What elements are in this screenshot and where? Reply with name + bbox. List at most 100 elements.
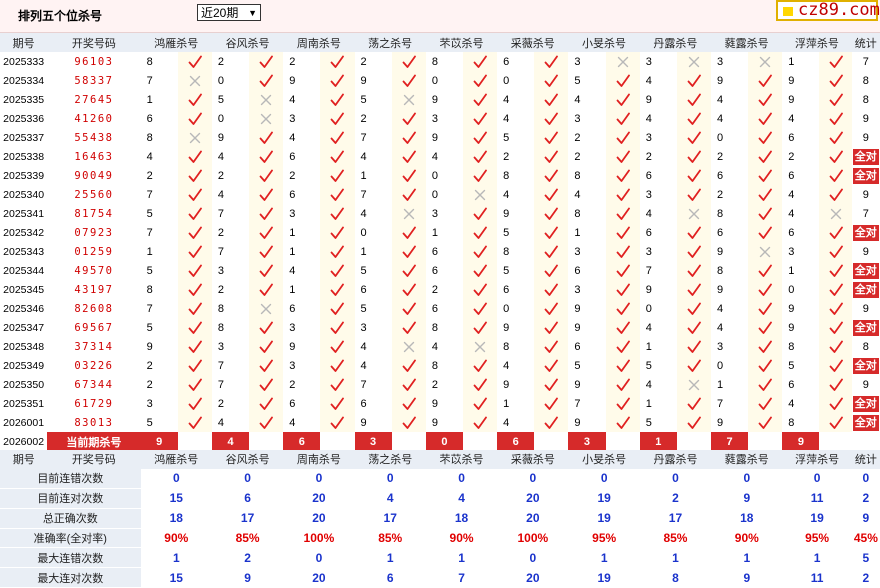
- check-icon: [829, 112, 843, 126]
- kill-value-cell: 4: [717, 93, 724, 106]
- kill-value-cell: 0: [217, 112, 225, 125]
- site-logo[interactable]: cz89.com: [776, 0, 880, 21]
- check-icon: [330, 397, 345, 411]
- kill-value-cell: 8: [217, 321, 225, 334]
- check-icon: [473, 150, 487, 164]
- check-icon: [758, 359, 773, 373]
- result-mark-cell: [320, 356, 355, 375]
- kill-value-cell: 4: [217, 416, 225, 429]
- stats-value: 0: [639, 468, 712, 489]
- result-mark-cell: [676, 109, 711, 128]
- kill-value-cell: 5: [360, 93, 367, 106]
- kill-value-cell: 4: [360, 340, 367, 353]
- stats-value: 15: [140, 567, 212, 588]
- stats-value: 1: [711, 547, 783, 569]
- check-icon: [402, 378, 416, 392]
- result-mark-cell: [819, 52, 852, 71]
- kill-value-cell: 4: [788, 207, 795, 220]
- period-range-select[interactable]: 近20期 ▼: [197, 4, 261, 21]
- check-icon: [829, 169, 843, 183]
- check-icon: [687, 93, 701, 107]
- count-cell: 全对: [852, 223, 880, 242]
- result-mark-cell: [462, 261, 498, 280]
- kill-value-cell: 2: [574, 150, 581, 163]
- kill-value-cell: 1: [146, 93, 153, 106]
- result-mark-cell: [605, 52, 640, 71]
- stats-count: 5: [851, 547, 880, 569]
- kill-value-cell: 2: [289, 169, 296, 182]
- stats-label: 总正确次数: [0, 508, 141, 529]
- result-mark-cell: [819, 166, 852, 185]
- stats-value: 19: [782, 508, 852, 529]
- result-mark-cell: [177, 204, 212, 223]
- check-icon: [330, 207, 345, 221]
- check-icon: [616, 188, 630, 202]
- kill-value-cell: 0: [431, 188, 438, 201]
- kill-value-cell: 4: [503, 416, 510, 429]
- check-icon: [330, 340, 345, 354]
- stats-row: 目前连对次数 15 6 20 4 4 20 19 2 9 11 2: [0, 488, 880, 509]
- kill-value-cell: 3: [217, 264, 225, 277]
- result-mark-cell: [462, 52, 498, 71]
- draw-number-cell: 01259: [74, 245, 114, 258]
- check-icon: [402, 226, 416, 240]
- check-icon: [616, 112, 630, 126]
- check-icon: [473, 302, 487, 316]
- cross-icon: [259, 302, 273, 316]
- all-correct-badge: 全对: [852, 148, 879, 165]
- check-icon: [829, 55, 843, 69]
- kill-value-cell: 9: [574, 321, 581, 334]
- result-mark-cell: [249, 204, 284, 223]
- result-mark-cell: [320, 147, 355, 166]
- result-mark-cell: [534, 280, 569, 299]
- kill-value-cell: 2: [146, 359, 153, 372]
- current-kill-spacer: [178, 432, 212, 452]
- kill-value-cell: 8: [503, 340, 510, 353]
- result-mark-cell: [676, 71, 711, 90]
- header-expert: 小旻杀号: [568, 33, 640, 52]
- result-mark-cell: [534, 223, 569, 242]
- check-icon: [758, 131, 773, 145]
- result-mark-cell: [249, 109, 284, 128]
- result-mark-cell: [391, 413, 426, 432]
- kill-value-cell: 4: [360, 207, 367, 220]
- check-icon: [188, 416, 202, 430]
- kill-value-cell: 6: [146, 112, 153, 125]
- cross-icon: [188, 131, 202, 145]
- result-mark-cell: [462, 394, 498, 413]
- stats-header-expert: 荡之杀号: [354, 450, 426, 469]
- header-expert: 丹露杀号: [639, 33, 711, 52]
- result-mark-cell: [605, 166, 640, 185]
- kill-value-cell: 3: [717, 55, 724, 68]
- count-cell: 全对: [852, 261, 880, 280]
- result-mark-cell: [249, 356, 284, 375]
- stats-header-expert: 浮萍杀号: [782, 450, 852, 469]
- stats-value: 100%: [497, 528, 569, 549]
- check-icon: [758, 283, 773, 297]
- kill-value-cell: 1: [574, 226, 581, 239]
- period-cell: 2025338: [3, 150, 45, 163]
- stats-value: 0: [782, 468, 852, 489]
- result-mark-cell: [676, 261, 711, 280]
- result-mark-cell: [391, 204, 426, 223]
- result-mark-cell: [249, 185, 284, 204]
- kill-value-cell: 7: [360, 378, 367, 391]
- stats-value: 17: [354, 508, 426, 529]
- result-mark-cell: [748, 261, 783, 280]
- table-row: 2025335 27645 1 5 4 5 9 4 4 9 4 9 8: [0, 90, 880, 109]
- stats-value: 0: [497, 547, 569, 569]
- check-icon: [473, 112, 487, 126]
- check-icon: [259, 397, 274, 411]
- check-icon: [330, 150, 345, 164]
- result-mark-cell: [177, 394, 212, 413]
- check-icon: [758, 169, 773, 183]
- stats-count: 2: [851, 488, 880, 509]
- kill-value-cell: 8: [431, 359, 438, 372]
- check-icon: [188, 283, 202, 297]
- kill-value-cell: 6: [645, 226, 652, 239]
- kill-value-cell: 2: [289, 378, 296, 391]
- kill-value-cell: 6: [360, 283, 367, 296]
- result-mark-cell: [391, 185, 426, 204]
- header-expert: 浮萍杀号: [782, 33, 852, 52]
- kill-value-cell: 3: [645, 55, 652, 68]
